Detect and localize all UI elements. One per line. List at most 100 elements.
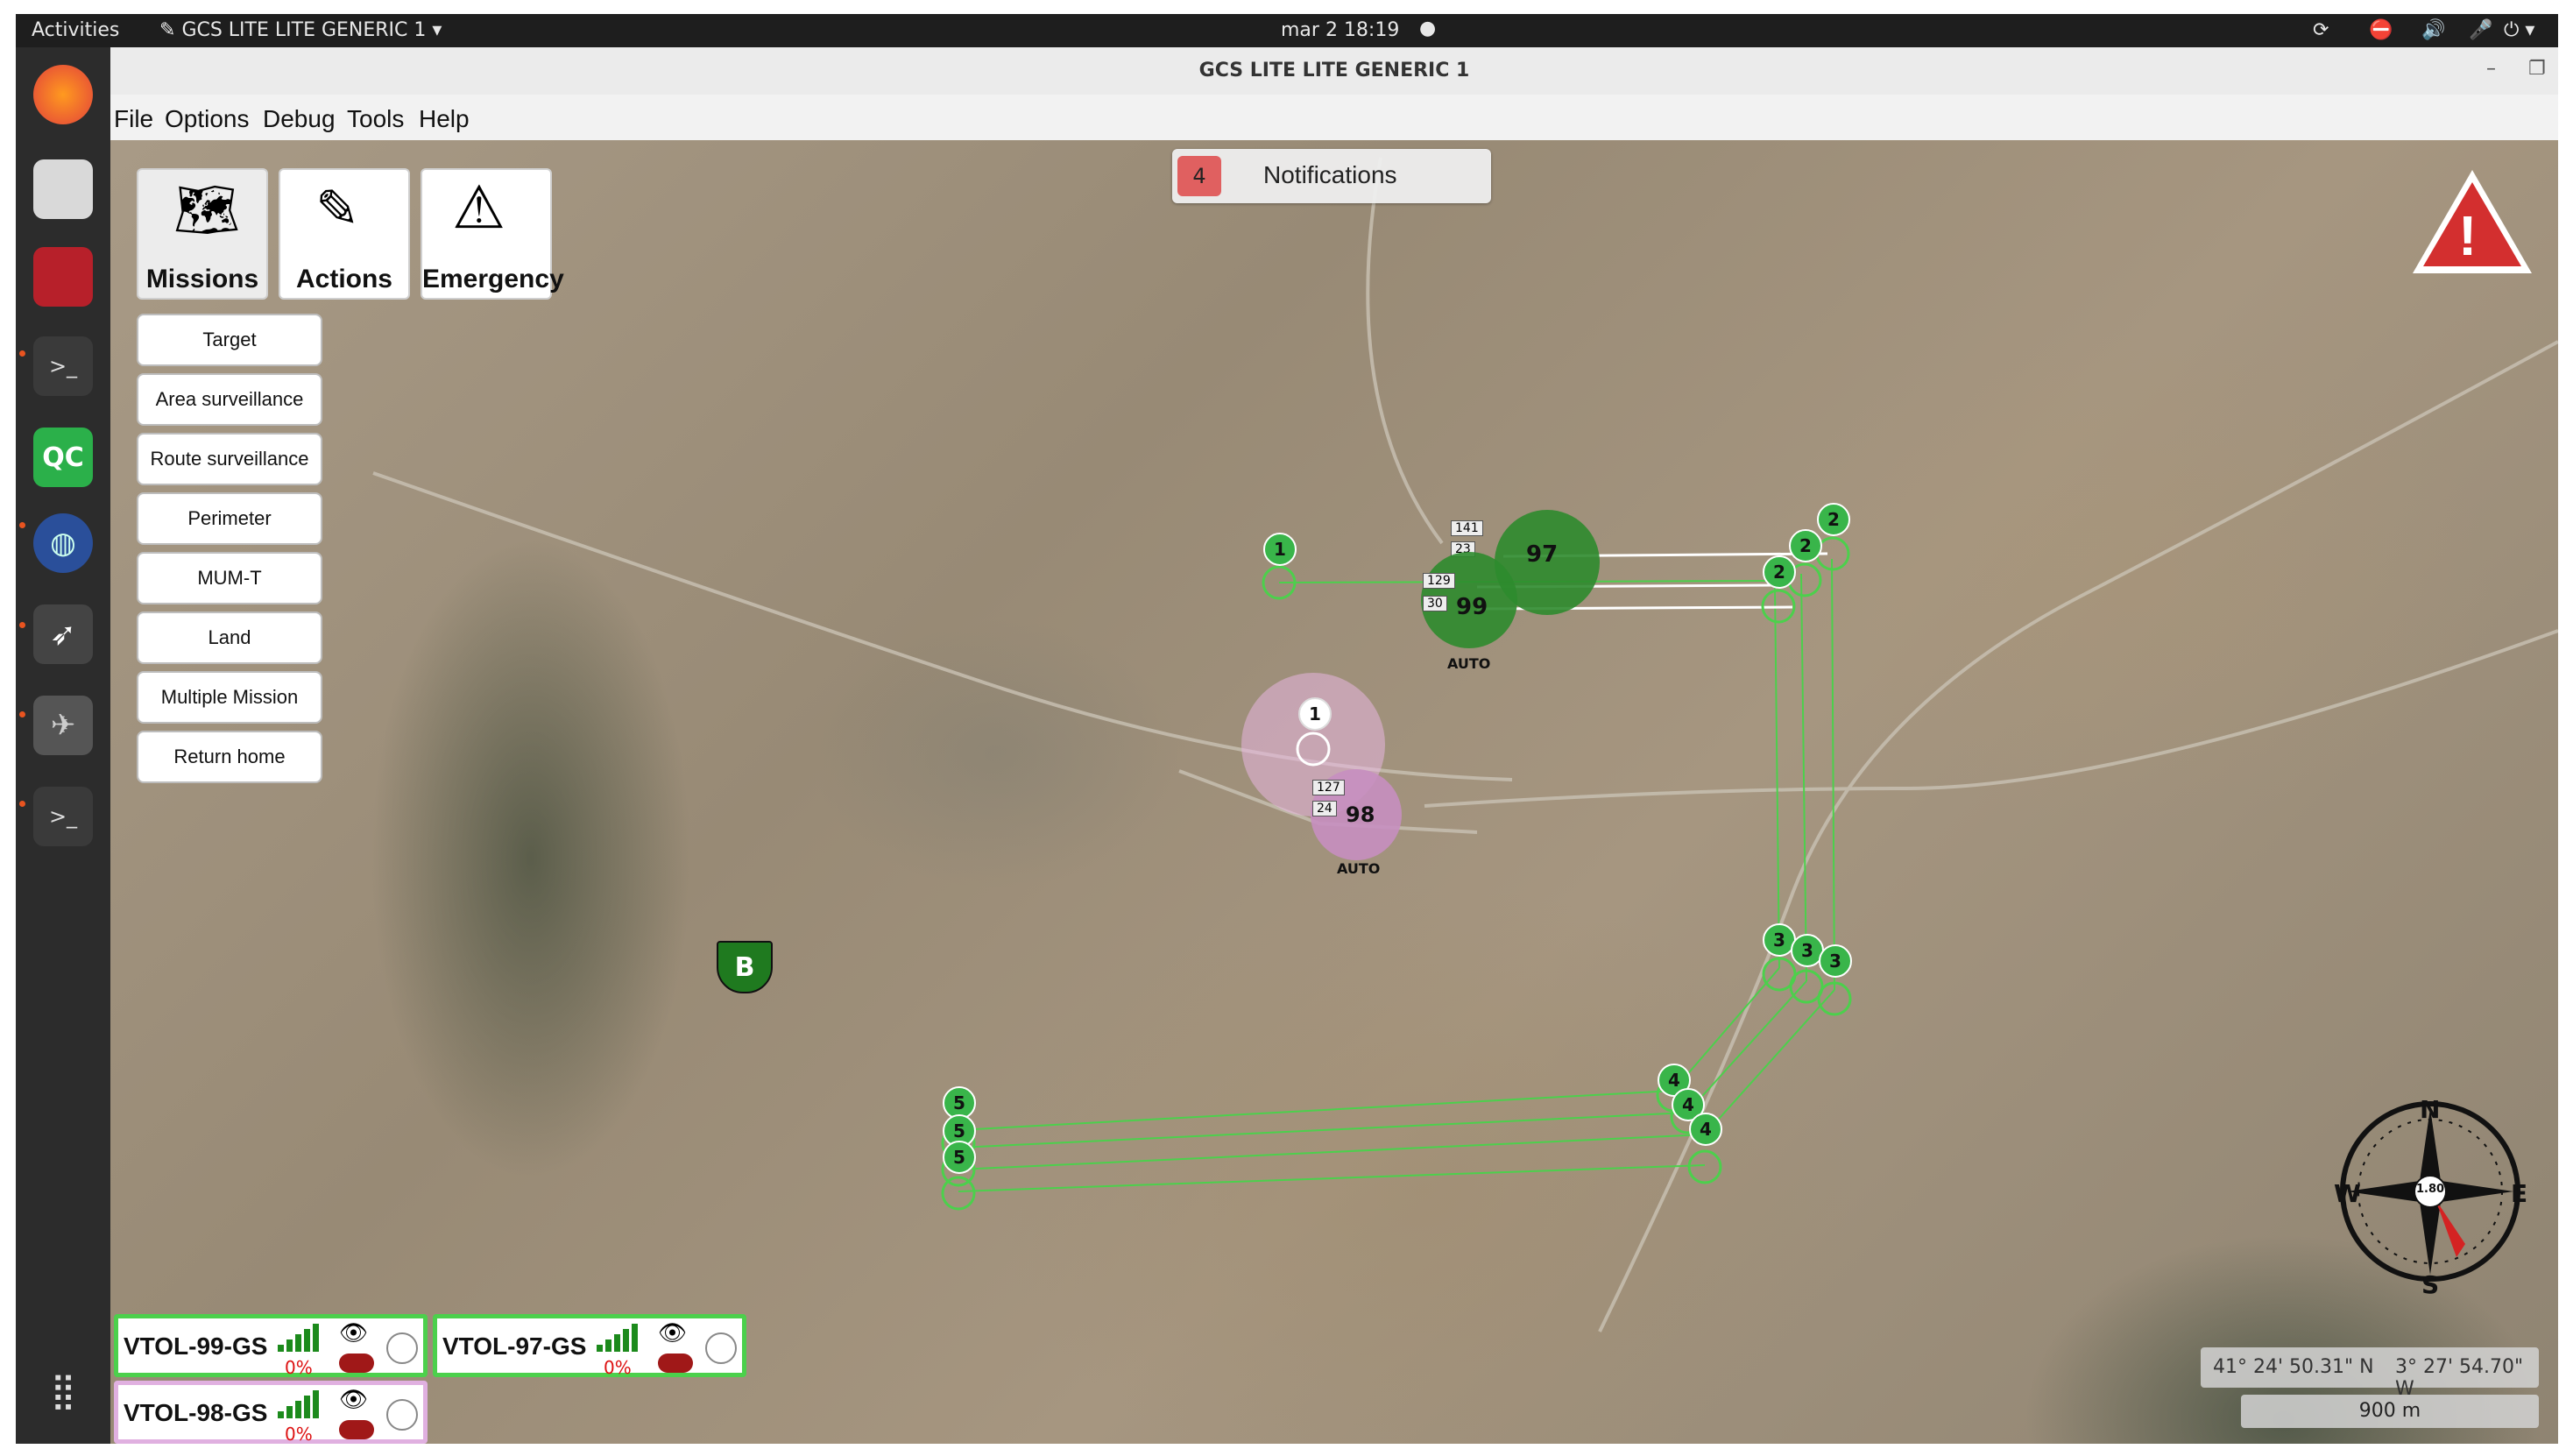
- drone-97-tag-1: 141: [1451, 520, 1483, 536]
- map-pin-icon: 🗺: [173, 180, 241, 241]
- visibility-eye-icon[interactable]: 👁: [339, 1387, 368, 1413]
- compass-value: 1.80: [2416, 1183, 2445, 1196]
- activities-button[interactable]: Activities: [32, 19, 119, 41]
- drone-app-icon[interactable]: ✈: [33, 696, 93, 755]
- latitude: 41° 24' 50.31" N: [2213, 1356, 2374, 1378]
- vehicle-name: VTOL-98-GS: [124, 1399, 268, 1426]
- mission-area-surveillance-button[interactable]: Area surveillance: [137, 373, 322, 426]
- battery-percent: 0%: [604, 1357, 632, 1378]
- mission-mum-t-button[interactable]: MUM-T: [137, 552, 322, 604]
- waypoint-marker[interactable]: 1: [1298, 697, 1332, 731]
- globe-icon[interactable]: ◍: [33, 513, 93, 573]
- edit-icon: ✎: [315, 179, 360, 240]
- drone-99-id: 99: [1456, 594, 1488, 620]
- compass-south: S: [2421, 1270, 2440, 1299]
- battery-icon: [339, 1420, 374, 1439]
- dock: >_ QC ◍ ➶ ✈ >_ ⣿: [16, 47, 110, 1444]
- running-indicator: [19, 801, 25, 807]
- waypoint-marker[interactable]: 2: [1789, 529, 1822, 562]
- mission-land-button[interactable]: Land: [137, 611, 322, 664]
- chevron-down-icon: ▾: [426, 19, 442, 41]
- locate-target-icon[interactable]: [386, 1332, 418, 1364]
- clock[interactable]: mar 2 18:19: [1281, 19, 1399, 41]
- mission-return-home-button[interactable]: Return home: [137, 731, 322, 783]
- volume-icon[interactable]: 🔊: [2421, 19, 2445, 41]
- waypoint-marker[interactable]: 1: [1263, 533, 1297, 566]
- menu-debug[interactable]: Debug: [263, 105, 336, 133]
- power-menu-icon[interactable]: ⏻ ▾: [2504, 19, 2534, 41]
- app-grid-icon[interactable]: ⣿: [33, 1361, 93, 1421]
- exclamation-icon: !: [2458, 204, 2478, 267]
- bird-app-icon[interactable]: ➶: [33, 604, 93, 664]
- signal-strength-icon: [597, 1324, 647, 1352]
- mission-perimeter-button[interactable]: Perimeter: [137, 492, 322, 545]
- signal-strength-icon: [278, 1390, 329, 1418]
- app-menu[interactable]: ✎ GCS LITE LITE GENERIC 1 ▾: [159, 19, 442, 41]
- waypoint-marker[interactable]: 4: [1689, 1113, 1722, 1146]
- mission-route-surveillance-button[interactable]: Route surveillance: [137, 433, 322, 485]
- warning-icon: ⚠: [452, 173, 505, 243]
- terminal-icon[interactable]: >_: [33, 787, 93, 846]
- update-icon[interactable]: ⟳: [2313, 19, 2329, 41]
- drone-98-id: 98: [1346, 802, 1375, 827]
- microphone-icon[interactable]: 🎤: [2469, 19, 2492, 41]
- running-indicator: [19, 711, 25, 717]
- drone-97-id: 97: [1526, 541, 1559, 568]
- home-base-marker[interactable]: B: [717, 941, 773, 993]
- waypoint-marker[interactable]: 2: [1763, 555, 1796, 589]
- menu-options[interactable]: Options: [165, 105, 250, 133]
- missions-tab[interactable]: 🗺 Missions: [137, 168, 268, 300]
- map-view[interactable]: ! 🗺 Missions ✎ Actions ⚠ Emergency Targe…: [110, 140, 2558, 1444]
- actions-tab-label: Actions: [295, 265, 392, 293]
- do-not-disturb-icon[interactable]: ⛔: [2369, 19, 2393, 41]
- qgroundcontrol-icon[interactable]: QC: [33, 428, 93, 487]
- emergency-tab-label: Emergency: [422, 265, 564, 293]
- restore-button[interactable]: ❐: [2528, 58, 2546, 80]
- waypoint-marker[interactable]: 5: [943, 1141, 976, 1174]
- vehicle-card-vtol-98[interactable]: VTOL-98-GS 0% 👁: [114, 1381, 428, 1444]
- locate-target-icon[interactable]: [705, 1332, 737, 1364]
- battery-percent: 0%: [285, 1357, 313, 1378]
- visibility-eye-icon[interactable]: 👁: [339, 1320, 368, 1346]
- notifications-label: Notifications: [1263, 161, 1397, 188]
- vehicle-card-vtol-97[interactable]: VTOL-97-GS 0% 👁: [433, 1314, 746, 1378]
- emergency-tab[interactable]: ⚠ Emergency: [421, 168, 564, 300]
- menu-file[interactable]: File: [114, 105, 153, 133]
- compass-north: N: [2420, 1095, 2441, 1124]
- firefox-icon[interactable]: [33, 65, 93, 124]
- vehicle-name: VTOL-99-GS: [124, 1332, 268, 1360]
- battery-icon: [339, 1354, 374, 1373]
- longitude: 3° 27' 54.70" W: [2395, 1356, 2524, 1400]
- window-title: GCS LITE LITE GENERIC 1: [1198, 60, 1470, 81]
- running-indicator: [19, 622, 25, 628]
- drone-99-tag-2: 30: [1423, 596, 1447, 611]
- drone-99-mode: AUTO: [1447, 655, 1491, 672]
- terminal-icon[interactable]: >_: [33, 336, 93, 396]
- coordinates-readout: 41° 24' 50.31" N 3° 27' 54.70" W: [2201, 1347, 2539, 1400]
- menu-tools[interactable]: Tools: [347, 105, 404, 133]
- notifications-count-badge: 4: [1177, 156, 1221, 196]
- monitor-app-icon[interactable]: [33, 247, 93, 307]
- running-indicator: [19, 522, 25, 528]
- files-icon[interactable]: [33, 159, 93, 219]
- mission-target-button[interactable]: Target: [137, 314, 322, 366]
- locate-target-icon[interactable]: [386, 1399, 418, 1431]
- waypoint-marker[interactable]: 2: [1817, 503, 1850, 536]
- window-title-bar: GCS LITE LITE GENERIC 1 – ❐: [110, 47, 2558, 95]
- battery-icon: [658, 1354, 693, 1373]
- visibility-eye-icon[interactable]: 👁: [658, 1320, 687, 1346]
- battery-percent: 0%: [285, 1424, 313, 1444]
- missions-tab-label: Missions: [145, 265, 259, 293]
- scale-label: 900 m: [2358, 1400, 2421, 1422]
- app-menu-label: GCS LITE LITE GENERIC 1: [181, 19, 427, 41]
- actions-tab[interactable]: ✎ Actions: [279, 168, 410, 300]
- minimize-button[interactable]: –: [2486, 58, 2496, 80]
- waypoint-marker[interactable]: 3: [1819, 944, 1852, 978]
- menu-help[interactable]: Help: [419, 105, 470, 133]
- vehicle-card-vtol-99[interactable]: VTOL-99-GS 0% 👁: [114, 1314, 428, 1378]
- notifications-button[interactable]: 4 Notifications: [1172, 149, 1491, 203]
- app-icon: ✎: [159, 19, 182, 41]
- running-indicator: [19, 350, 25, 357]
- system-top-bar: Activities ✎ GCS LITE LITE GENERIC 1 ▾ m…: [16, 14, 2558, 47]
- mission-multiple-button[interactable]: Multiple Mission: [137, 671, 322, 724]
